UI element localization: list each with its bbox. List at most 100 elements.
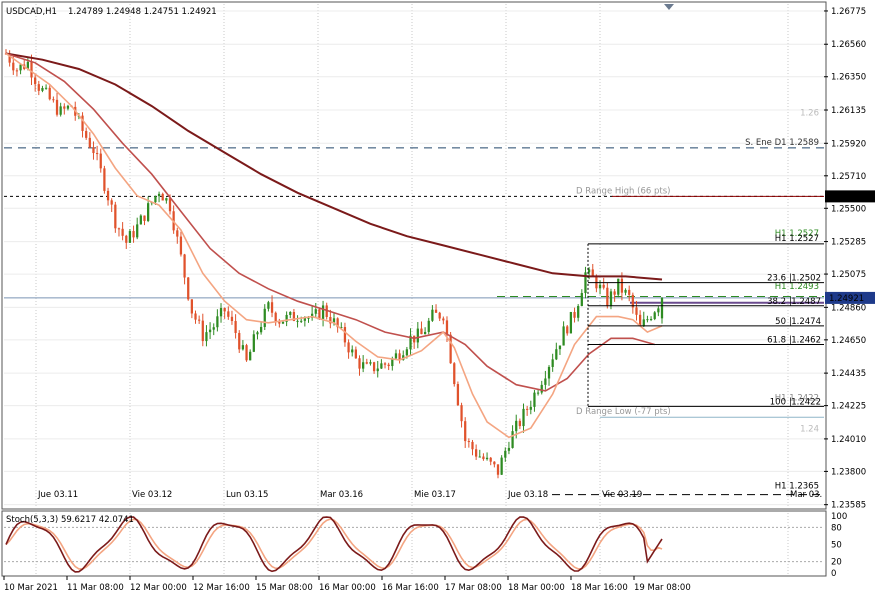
candle-bull [259,326,263,333]
candle-bear [602,284,605,288]
candle-bear [464,421,467,442]
day-label: Vie 03.12 [132,490,172,500]
candle-bear [318,309,321,319]
time-tick-label: 17 Mar 08:00 [445,583,502,593]
candle-bull [289,311,292,315]
candle-bull [649,318,653,320]
candle-bear [420,328,423,335]
candle-bull [624,289,627,293]
price-tick-label: 1.23800 [831,467,866,477]
price-tick-label: 1.24225 [831,402,866,412]
candle-bull [267,302,270,309]
candle-bull [427,320,430,332]
day-label: Mar 03.16 [320,490,363,500]
candle-bull [609,291,613,307]
candle-bear [183,254,186,278]
candle-bull [296,320,299,322]
candle-bull [507,447,511,451]
candle-bull [547,366,551,379]
candle-bear [52,99,55,101]
stoch-tick-label: 20 [831,558,842,568]
h1-bottom-label: H1 1.2365 [775,482,819,492]
candle-bull [263,308,266,327]
time-tick-label: 12 Mar 00:00 [130,583,187,593]
candle-bull [362,362,365,369]
candle-bull [128,231,132,243]
candle-bear [55,99,59,115]
day-label: Jue 03.18 [507,490,548,500]
fib-level-price: 1.2422 [791,397,821,407]
candle-bear [467,441,470,443]
candle-bull [431,309,434,321]
ohlc-readout: 1.24789 1.24948 1.24751 1.24921 [68,7,217,17]
fib-separator: | [789,317,792,327]
candle-bear [92,147,95,154]
candle-bear [606,287,609,307]
candle-bear [117,228,121,230]
candle-bear [34,77,37,85]
price-tick-label: 1.26560 [831,40,866,50]
time-tick-label: 16 Mar 16:00 [382,583,439,593]
candle-bull [241,345,245,350]
s-ene-d1-label: S. Ene D1 1.2589 [745,138,819,148]
candle-bear [114,204,117,229]
price-tick-label: 1.25710 [831,172,866,182]
candle-bull [536,392,540,394]
candle-bear [620,278,624,293]
candle-bear [245,345,248,361]
h1-top-label-b: H1 1.2527 [775,234,819,244]
candle-bull [147,203,150,221]
candle-bear [566,326,569,334]
candle-bear [347,342,350,353]
candle-bull [394,353,398,359]
candle-bear [238,332,241,350]
candle-bull [533,392,536,407]
candle-bear [15,70,19,72]
candle-bear [12,62,15,71]
time-tick-label: 19 Mar 08:00 [634,583,691,593]
candle-bull [555,349,558,360]
candle-bear [434,309,438,313]
candle-bear [143,215,146,221]
candle-bull [642,319,645,327]
price-tick-label: 1.25285 [831,238,866,248]
stoch-tick-label: 50 [831,541,842,551]
candle-bull [653,312,656,319]
candle-bull [281,321,285,324]
candle-bear [274,312,277,323]
stoch-tick-label: 80 [831,523,842,533]
candle-bull [416,328,419,343]
candle-bull [212,327,215,330]
candle-bear [628,289,631,295]
price-tick-label: 1.25075 [831,270,866,280]
candle-bear [496,464,500,475]
fib-level-price: 1.2474 [791,317,821,327]
candle-bear [168,198,172,212]
candle-bear [445,320,449,335]
price-chart[interactable]: Jue 03.11 Vie 03.12 Lun 03.15 Mar 03.16 Mie … [0,0,878,599]
day-label: Jue 03.11 [37,490,78,500]
chart-title: USDCAD,H1 [6,7,57,17]
time-tick-label: 18 Mar 16:00 [571,583,628,593]
candle-bull [376,368,379,372]
candle-bear [95,153,99,155]
candle-bull [41,88,44,91]
candle-bull [136,224,139,238]
candle-bear [234,321,237,333]
candle-bull [551,359,554,367]
candle-bull [66,105,70,109]
candle-bear [453,363,456,385]
candle-bear [85,130,88,138]
candle-bull [569,312,573,334]
candle-bear [526,408,529,410]
price-tick-label: 1.25500 [831,204,866,214]
candle-bear [573,312,576,318]
candle-bull [369,362,372,364]
candle-bear [230,316,234,322]
candle-bull [219,308,223,317]
candle-bear [99,153,102,169]
candle-bear [37,84,40,91]
candle-bull [522,408,525,427]
candle-bull [314,309,317,314]
candle-bull [252,334,255,352]
